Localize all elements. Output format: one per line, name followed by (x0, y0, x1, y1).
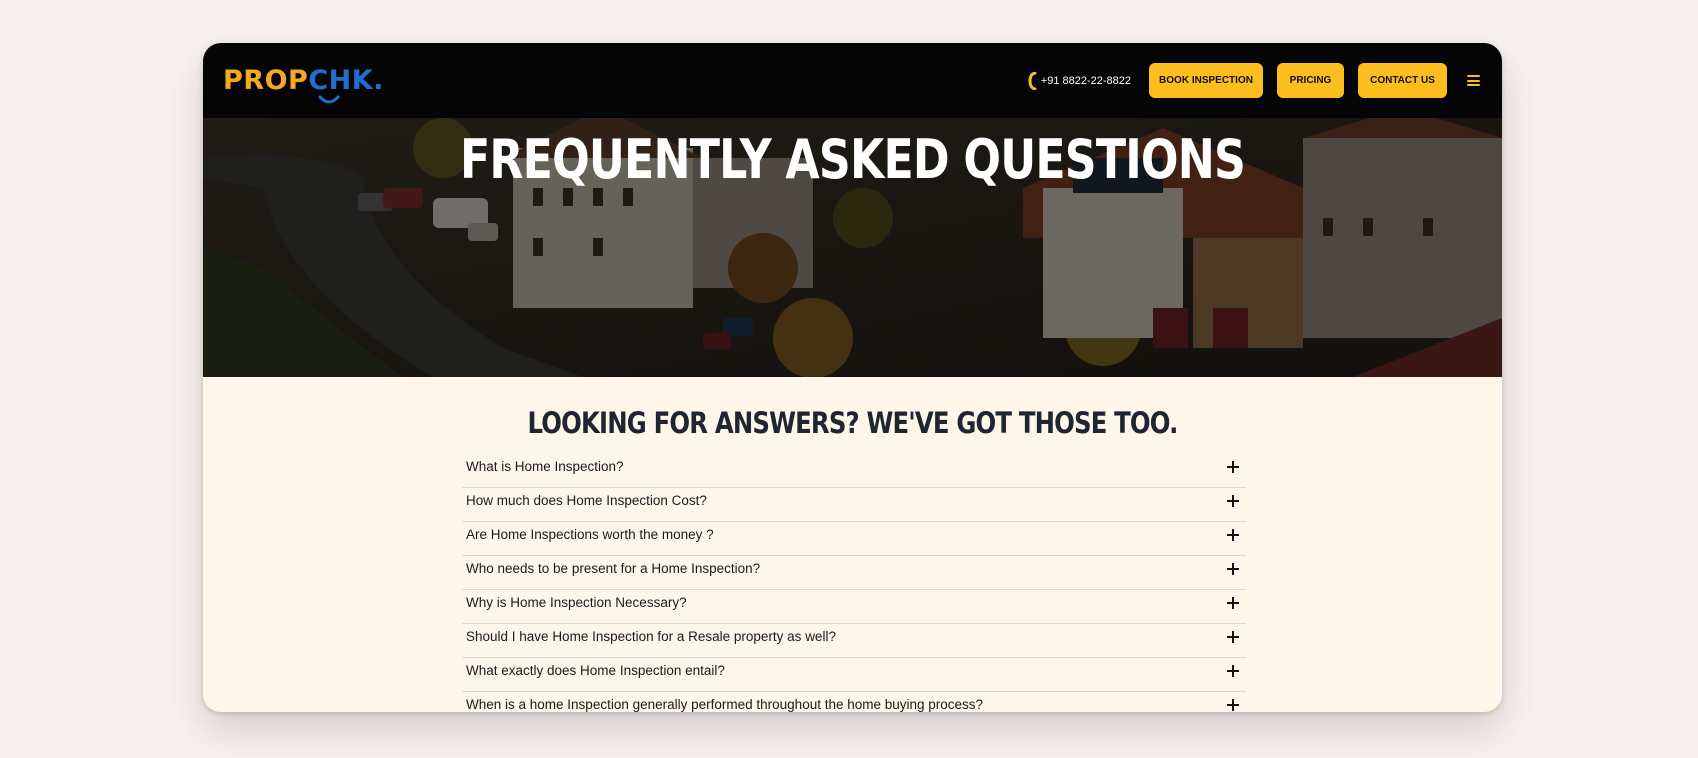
plus-icon[interactable] (1227, 461, 1239, 473)
plus-icon[interactable] (1227, 597, 1239, 609)
nav-actions: +91 8822-22-8822 BOOK INSPECTION PRICING… (1028, 43, 1482, 118)
faq-question: When is a home Inspection generally perf… (466, 697, 984, 712)
logo-dot: . (373, 65, 384, 96)
pricing-button[interactable]: PRICING (1277, 63, 1344, 98)
site-logo[interactable]: PROP CHK. (223, 65, 384, 104)
faq-question: Are Home Inspections worth the money ? (466, 527, 714, 542)
faq-item[interactable]: Should I have Home Inspection for a Resa… (462, 624, 1246, 658)
plus-icon[interactable] (1227, 699, 1239, 711)
faq-section: LOOKING FOR ANSWERS? WE'VE GOT THOSE TOO… (203, 377, 1502, 712)
faq-item[interactable]: What exactly does Home Inspection entail… (462, 658, 1246, 692)
contact-us-button[interactable]: CONTACT US (1358, 63, 1447, 98)
faq-question: What is Home Inspection? (466, 459, 624, 474)
faq-item[interactable]: Are Home Inspections worth the money ? (462, 522, 1246, 556)
logo-smile-icon (318, 95, 340, 104)
logo-prop-text: PROP (223, 65, 309, 96)
faq-item[interactable]: Why is Home Inspection Necessary? (462, 590, 1246, 624)
plus-icon[interactable] (1227, 529, 1239, 541)
faq-question: Why is Home Inspection Necessary? (466, 595, 687, 610)
hamburger-menu-icon[interactable] (1467, 75, 1480, 86)
hero-title: FREQUENTLY ASKED QUESTIONS (459, 128, 1246, 191)
faq-item[interactable]: How much does Home Inspection Cost? (462, 488, 1246, 522)
faq-item[interactable]: What is Home Inspection? (462, 454, 1246, 488)
phone-number: +91 8822-22-8822 (1040, 74, 1131, 87)
faq-question: What exactly does Home Inspection entail… (466, 663, 725, 678)
faq-question: How much does Home Inspection Cost? (466, 493, 707, 508)
navbar: PROP CHK. +91 8822-22-8822 BOOK INSPECTIO… (203, 43, 1502, 118)
faq-heading: LOOKING FOR ANSWERS? WE'VE GOT THOSE TOO… (527, 406, 1178, 440)
faq-question: Should I have Home Inspection for a Resa… (466, 629, 836, 644)
browser-window: PROP CHK. +91 8822-22-8822 BOOK INSPECTIO… (203, 43, 1502, 712)
phone-icon (1028, 71, 1038, 90)
logo-chk-text: CHK (308, 65, 374, 96)
faq-list: What is Home Inspection? How much does H… (462, 454, 1246, 712)
book-inspection-button[interactable]: BOOK INSPECTION (1149, 63, 1263, 98)
plus-icon[interactable] (1227, 563, 1239, 575)
faq-question: Who needs to be present for a Home Inspe… (466, 561, 761, 576)
plus-icon[interactable] (1227, 631, 1239, 643)
plus-icon[interactable] (1227, 495, 1239, 507)
faq-item[interactable]: Who needs to be present for a Home Inspe… (462, 556, 1246, 590)
plus-icon[interactable] (1227, 665, 1239, 677)
hero-banner: FREQUENTLY ASKED QUESTIONS (203, 118, 1502, 377)
faq-item[interactable]: When is a home Inspection generally perf… (462, 692, 1246, 712)
phone-link[interactable]: +91 8822-22-8822 (1028, 71, 1131, 90)
